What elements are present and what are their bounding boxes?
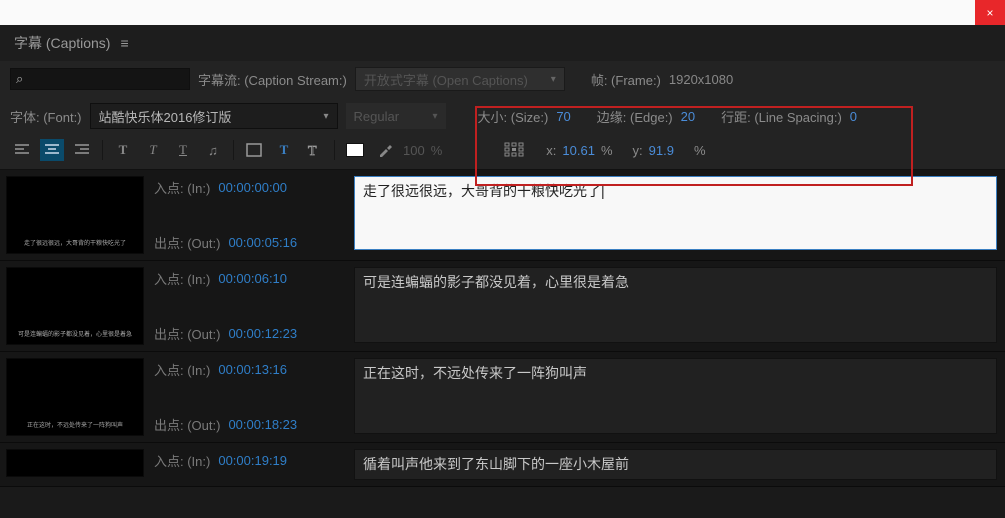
- panel-header: 字幕 (Captions) ≡: [0, 25, 1005, 61]
- caption-thumbnail: 正在这时，不远处传来了一阵狗叫声: [6, 358, 144, 436]
- y-unit: %: [694, 143, 706, 158]
- out-label: 出点: (Out:): [154, 233, 220, 252]
- font-style-dropdown[interactable]: Regular ▾: [346, 103, 446, 129]
- text-outline-button[interactable]: T: [302, 139, 326, 161]
- search-input[interactable]: ⌕: [10, 68, 190, 90]
- opacity-value[interactable]: 100: [403, 143, 425, 158]
- panel-menu-icon[interactable]: ≡: [120, 35, 128, 51]
- in-label: 入点: (In:): [154, 269, 210, 288]
- chevron-down-icon: ▾: [323, 111, 328, 122]
- color-swatch[interactable]: [343, 139, 367, 161]
- align-left-button[interactable]: [10, 139, 34, 161]
- in-value[interactable]: 00:00:00:00: [218, 180, 287, 195]
- music-note-button[interactable]: ♫: [201, 139, 225, 161]
- in-label: 入点: (In:): [154, 360, 210, 379]
- caption-text-input[interactable]: 正在这时，不远处传来了一阵狗叫声: [354, 358, 997, 434]
- box-outline-button[interactable]: [242, 139, 266, 161]
- x-label: x:: [546, 143, 556, 158]
- edge-value[interactable]: 20: [681, 109, 695, 124]
- out-value[interactable]: 00:00:18:23: [228, 417, 297, 432]
- caption-text-input[interactable]: 可是连蝙蝠的影子都没见着，心里很是着急: [354, 267, 997, 343]
- in-value[interactable]: 00:00:06:10: [218, 271, 287, 286]
- align-center-button[interactable]: [40, 139, 64, 161]
- titlebar: ×: [0, 0, 1005, 25]
- spacing-value[interactable]: 0: [850, 109, 857, 124]
- caption-thumbnail: 可是连蝙蝠的影子都没见着，心里很是着急: [6, 267, 144, 345]
- out-value[interactable]: 00:00:12:23: [228, 326, 297, 341]
- caption-thumbnail: [6, 449, 144, 477]
- in-label: 入点: (In:): [154, 451, 210, 470]
- svg-text:T: T: [308, 144, 317, 158]
- captions-list: 走了很远很远，大哥背的干粮快吃光了 入点: (In:) 00:00:00:00 出…: [0, 170, 1005, 487]
- caption-thumbnail: 走了很远很远，大哥背的干粮快吃光了: [6, 176, 144, 254]
- caption-text-input[interactable]: 循着叫声他来到了东山脚下的一座小木屋前: [354, 449, 997, 480]
- panel-title: 字幕 (Captions): [14, 33, 110, 53]
- in-value[interactable]: 00:00:13:16: [218, 362, 287, 377]
- font-label: 字体: (Font:): [10, 107, 82, 126]
- underline-button[interactable]: T: [171, 139, 195, 161]
- y-label: y:: [633, 143, 643, 158]
- caption-row[interactable]: 可是连蝙蝠的影子都没见着，心里很是着急 入点: (In:) 00:00:06:10…: [0, 261, 1005, 352]
- window-close-button[interactable]: ×: [975, 0, 1005, 25]
- size-label: 大小: (Size:): [478, 107, 549, 126]
- text-fill-button[interactable]: T: [272, 139, 296, 161]
- caption-text-input[interactable]: 走了很远很远，大哥背的干粮快吃光了: [354, 176, 997, 250]
- font-row: 字体: (Font:) 站酷快乐体2016修订版 ▾ Regular ▾ 大小:…: [0, 97, 1005, 135]
- stream-row: ⌕ 字幕流: (Caption Stream:) 开放式字幕 (Open Cap…: [0, 61, 1005, 97]
- spacing-label: 行距: (Line Spacing:): [721, 107, 842, 126]
- position-grid-icon[interactable]: [502, 139, 526, 161]
- out-value[interactable]: 00:00:05:16: [228, 235, 297, 250]
- y-value[interactable]: 91.9: [649, 143, 674, 158]
- format-row: T T T ♫ T T 100 % x: 10.61 % y: 91.9 %: [0, 135, 1005, 170]
- opacity-unit: %: [431, 143, 443, 158]
- bold-button[interactable]: T: [111, 139, 135, 161]
- stream-label: 字幕流: (Caption Stream:): [198, 70, 347, 89]
- size-value[interactable]: 70: [556, 109, 570, 124]
- caption-row[interactable]: 走了很远很远，大哥背的干粮快吃光了 入点: (In:) 00:00:00:00 出…: [0, 170, 1005, 261]
- caption-row[interactable]: 入点: (In:) 00:00:19:19 循着叫声他来到了东山脚下的一座小木屋前: [0, 443, 1005, 487]
- close-icon: ×: [986, 6, 993, 20]
- out-label: 出点: (Out:): [154, 324, 220, 343]
- out-label: 出点: (Out:): [154, 415, 220, 434]
- font-style-value: Regular: [354, 109, 400, 124]
- chevron-down-icon: ▾: [551, 74, 556, 85]
- align-right-button[interactable]: [70, 139, 94, 161]
- eyedropper-button[interactable]: [373, 139, 397, 161]
- frame-value[interactable]: 1920x1080: [669, 72, 733, 87]
- caption-row[interactable]: 正在这时，不远处传来了一阵狗叫声 入点: (In:) 00:00:13:16 出点…: [0, 352, 1005, 443]
- stream-dropdown[interactable]: 开放式字幕 (Open Captions) ▾: [355, 67, 565, 91]
- italic-button[interactable]: T: [141, 139, 165, 161]
- font-value: 站酷快乐体2016修订版: [99, 107, 232, 126]
- in-value[interactable]: 00:00:19:19: [218, 453, 287, 468]
- edge-label: 边缘: (Edge:): [597, 107, 673, 126]
- x-value[interactable]: 10.61: [562, 143, 595, 158]
- x-unit: %: [601, 143, 613, 158]
- chevron-down-icon: ▾: [432, 111, 437, 122]
- stream-value: 开放式字幕 (Open Captions): [364, 70, 528, 89]
- search-icon: ⌕: [16, 71, 23, 87]
- frame-label: 帧: (Frame:): [591, 70, 661, 89]
- in-label: 入点: (In:): [154, 178, 210, 197]
- font-dropdown[interactable]: 站酷快乐体2016修订版 ▾: [90, 103, 338, 129]
